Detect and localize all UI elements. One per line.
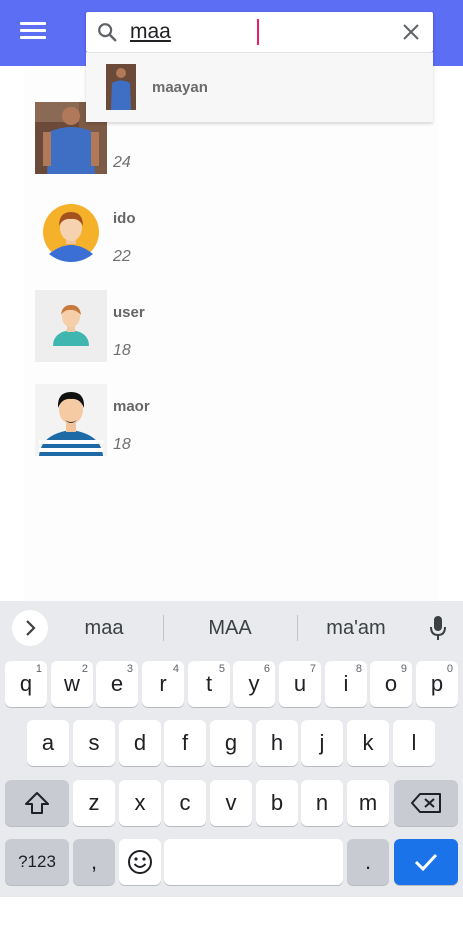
space-key[interactable] — [164, 839, 343, 885]
key-a[interactable]: a — [27, 720, 69, 766]
chevron-right-icon — [26, 620, 36, 636]
user-name: user — [113, 304, 145, 321]
key-w[interactable]: w2 — [51, 661, 93, 707]
checkmark-icon — [414, 853, 438, 872]
shift-key[interactable] — [5, 780, 69, 826]
key-y[interactable]: y6 — [233, 661, 275, 707]
key-e[interactable]: e3 — [96, 661, 138, 707]
key-t[interactable]: t5 — [188, 661, 230, 707]
close-icon[interactable] — [401, 22, 421, 42]
suggestion-divider — [163, 615, 164, 641]
key-h[interactable]: h — [256, 720, 298, 766]
search-icon — [98, 23, 117, 42]
expand-suggestions-button[interactable] — [12, 610, 48, 646]
onscreen-keyboard: maa MAA ma'am q1 w2 e3 r4 t5 y6 u7 i8 o9… — [0, 601, 463, 897]
keyboard-suggestion[interactable]: maa — [64, 617, 144, 640]
key-k[interactable]: k — [347, 720, 389, 766]
system-nav-area — [0, 897, 463, 952]
key-r[interactable]: r4 — [142, 661, 184, 707]
key-d[interactable]: d — [119, 720, 161, 766]
key-u[interactable]: u7 — [279, 661, 321, 707]
microphone-icon[interactable] — [429, 615, 447, 641]
search-suggestion[interactable]: maayan — [86, 52, 433, 122]
text-caret — [257, 19, 259, 45]
backspace-key[interactable] — [394, 780, 458, 826]
symbols-key[interactable]: ?123 — [5, 839, 69, 885]
user-age: 18 — [113, 342, 131, 359]
enter-key[interactable] — [394, 839, 458, 885]
suggestion-label: maayan — [152, 79, 208, 96]
key-g[interactable]: g — [210, 720, 252, 766]
key-i[interactable]: i8 — [325, 661, 367, 707]
user-list: 24 ido 22 user 18 maor 18 — [24, 66, 438, 602]
user-age: 22 — [113, 248, 131, 265]
search-input[interactable] — [130, 18, 330, 46]
user-name: ido — [113, 210, 136, 227]
keyboard-suggestion[interactable]: ma'am — [316, 617, 396, 640]
key-n[interactable]: n — [301, 780, 343, 826]
key-p[interactable]: p0 — [416, 661, 458, 707]
key-s[interactable]: s — [73, 720, 115, 766]
search-bar — [86, 12, 433, 52]
suggestion-divider — [297, 615, 298, 641]
comma-key[interactable]: , — [73, 839, 115, 885]
key-z[interactable]: z — [73, 780, 115, 826]
app-screen: 24 ido 22 user 18 — [0, 0, 463, 952]
period-key[interactable]: . — [347, 839, 389, 885]
menu-icon[interactable] — [20, 22, 46, 44]
key-f[interactable]: f — [164, 720, 206, 766]
key-b[interactable]: b — [256, 780, 298, 826]
backspace-icon — [411, 793, 441, 813]
shift-icon — [25, 792, 49, 814]
key-j[interactable]: j — [301, 720, 343, 766]
man-avatar-icon — [35, 384, 107, 456]
key-x[interactable]: x — [119, 780, 161, 826]
user-age: 24 — [113, 154, 131, 171]
list-item[interactable]: user 18 — [35, 290, 395, 362]
key-c[interactable]: c — [164, 780, 206, 826]
emoji-key[interactable] — [119, 839, 161, 885]
list-item[interactable]: maor 18 — [35, 384, 395, 456]
user-age: 18 — [113, 436, 131, 453]
user-avatar-icon — [35, 290, 107, 362]
boy-avatar-icon — [43, 204, 99, 262]
key-o[interactable]: o9 — [370, 661, 412, 707]
user-name: maor — [113, 398, 150, 415]
key-v[interactable]: v — [210, 780, 252, 826]
list-item[interactable]: ido 22 — [35, 196, 395, 268]
key-l[interactable]: l — [393, 720, 435, 766]
key-m[interactable]: m — [347, 780, 389, 826]
keyboard-suggestion-bar: maa MAA ma'am — [0, 601, 463, 653]
keyboard-suggestion[interactable]: MAA — [190, 617, 270, 640]
suggestion-photo-avatar — [106, 64, 136, 110]
emoji-icon — [128, 850, 152, 874]
key-q[interactable]: q1 — [5, 661, 47, 707]
